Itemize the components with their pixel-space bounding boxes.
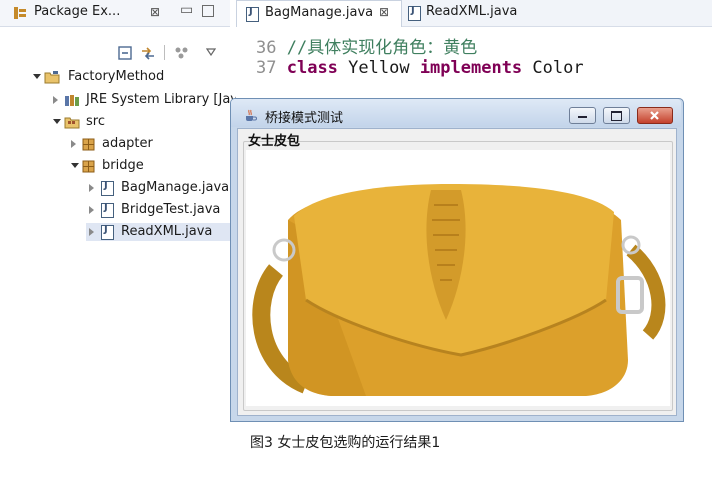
expand-arrow-icon[interactable]: [53, 119, 61, 124]
package-explorer-tab-title[interactable]: Package Ex...: [34, 4, 120, 19]
minimize-icon[interactable]: ▭: [180, 2, 193, 18]
source-folder-icon: [64, 117, 80, 129]
editor-tab-bagmanage[interactable]: BagManage.java ⊠: [236, 0, 402, 27]
editor-tab-readxml[interactable]: ReadXML.java: [400, 0, 520, 26]
close-icon[interactable]: ⊠: [150, 5, 160, 19]
java-cup-icon: [246, 109, 257, 121]
code-comment: //具体实现化角色：黄色: [286, 38, 478, 58]
java-file-icon: [246, 6, 259, 22]
project-icon: [44, 71, 60, 84]
close-icon: [650, 111, 659, 120]
line-number: 36: [256, 38, 277, 58]
figure-caption: 图3 女士皮包选购的运行结果1: [250, 435, 441, 451]
window-minimize-button[interactable]: [569, 107, 596, 124]
code-line-37: 37 class Yellow implements Color: [256, 58, 584, 78]
keyword-class: class: [286, 58, 338, 78]
tree-item-project[interactable]: FactoryMethod: [30, 68, 230, 86]
class-name: Yellow: [337, 58, 420, 78]
maximize-icon[interactable]: [202, 5, 214, 17]
editor-tab-label: ReadXML.java: [426, 4, 518, 19]
package-explorer-icon: [14, 7, 26, 19]
keyword-implements: implements: [419, 58, 523, 78]
java-file-icon: [101, 202, 114, 218]
focus-on-task-icon[interactable]: [174, 46, 190, 60]
interface-name: Color: [522, 58, 584, 78]
tree-item-bagmanage[interactable]: BagManage.java: [86, 179, 230, 197]
expand-arrow-icon[interactable]: [71, 140, 76, 148]
expand-arrow-icon[interactable]: [89, 206, 94, 214]
tree-item-label: ReadXML.java: [121, 224, 213, 239]
editor-tab-label: BagManage.java: [265, 5, 374, 20]
tree-item-src[interactable]: src: [50, 113, 230, 131]
code-line-36: 36 //具体实现化角色：黄色: [256, 33, 477, 58]
tree-item-package-adapter[interactable]: adapter: [68, 135, 228, 153]
minimize-icon: [578, 116, 587, 118]
group-title: 女士皮包: [248, 134, 301, 149]
expand-arrow-icon[interactable]: [89, 228, 94, 236]
line-number: 37: [256, 58, 277, 78]
tree-item-package-bridge[interactable]: bridge: [68, 157, 228, 175]
java-file-icon: [101, 180, 114, 196]
window-title: 桥接模式测试: [265, 111, 344, 126]
tree-item-jre-library[interactable]: JRE System Library [Jav: [50, 91, 238, 109]
package-icon: [82, 160, 95, 173]
handbag-image: [246, 150, 670, 406]
tree-item-label: BagManage.java: [121, 180, 230, 195]
package-icon: [82, 138, 95, 151]
link-with-editor-icon[interactable]: [140, 45, 156, 61]
java-file-icon: [101, 224, 114, 240]
library-icon: [65, 95, 79, 106]
tree-item-bridgetest[interactable]: BridgeTest.java: [86, 201, 230, 219]
toolbar-separator: [164, 45, 165, 60]
expand-arrow-icon[interactable]: [53, 96, 58, 104]
view-menu-icon[interactable]: [206, 48, 216, 56]
tree-item-label: BridgeTest.java: [121, 202, 221, 217]
collapse-all-icon[interactable]: [118, 46, 132, 60]
expand-arrow-icon[interactable]: [33, 74, 41, 79]
expand-arrow-icon[interactable]: [71, 163, 79, 168]
tree-item-readxml-selected[interactable]: ReadXML.java: [86, 223, 230, 241]
close-icon[interactable]: ⊠: [379, 5, 389, 19]
expand-arrow-icon[interactable]: [89, 184, 94, 192]
maximize-icon: [611, 111, 622, 121]
window-maximize-button[interactable]: [603, 107, 630, 124]
tree-item-label: bridge: [102, 158, 144, 173]
tree-item-label: src: [86, 114, 105, 129]
window-close-button[interactable]: [637, 107, 673, 124]
tree-item-label: adapter: [102, 136, 153, 151]
java-file-icon: [408, 5, 421, 21]
tree-item-label: JRE System Library [Jav: [86, 92, 238, 107]
tree-item-label: FactoryMethod: [68, 69, 165, 84]
